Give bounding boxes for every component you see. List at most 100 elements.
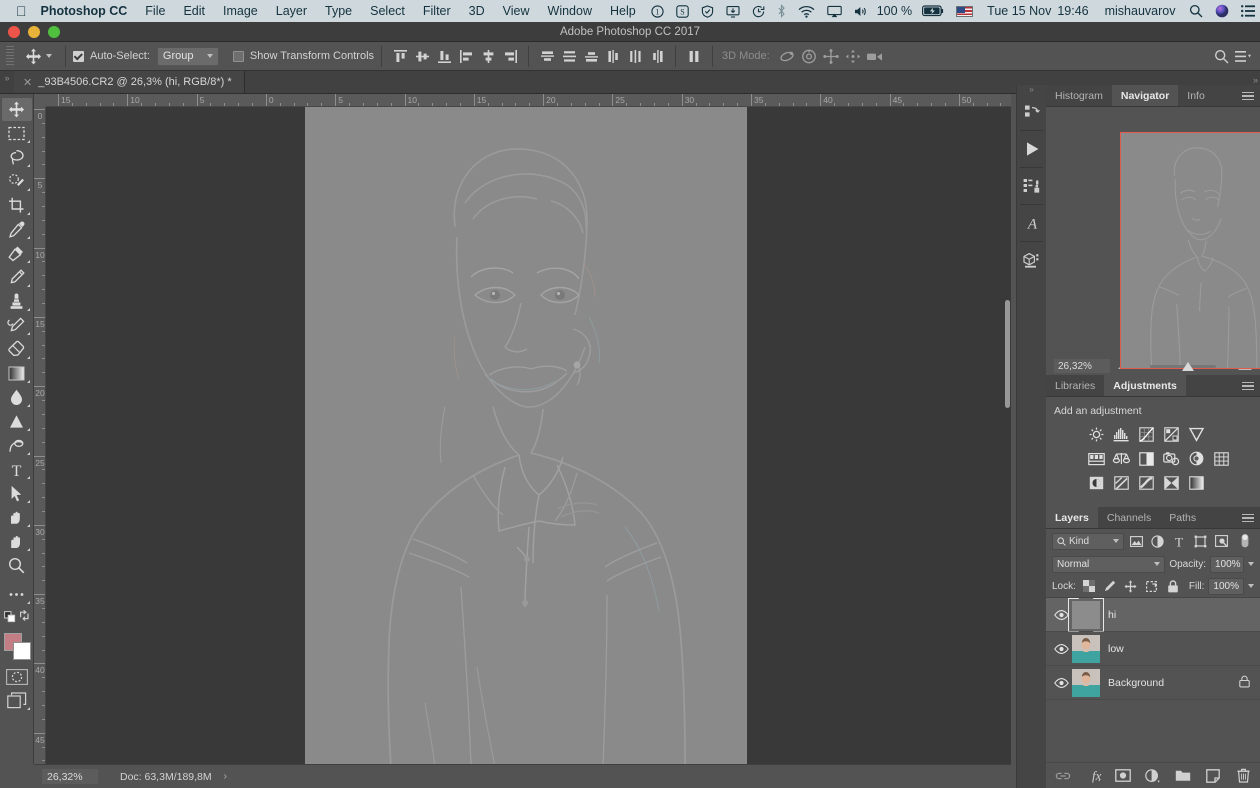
- quick-selection-tool[interactable]: [2, 170, 32, 193]
- show-transform-controls-checkbox[interactable]: [232, 50, 244, 62]
- new-adjustment-layer-icon[interactable]: [1145, 767, 1162, 784]
- quick-mask-mode-icon[interactable]: [2, 665, 32, 688]
- airplay-icon[interactable]: [821, 5, 848, 18]
- lock-artboard-nesting-icon[interactable]: [1144, 578, 1160, 594]
- fill-chevron-down-icon[interactable]: [1248, 584, 1254, 588]
- menu-image[interactable]: Image: [214, 4, 267, 18]
- menu-layer[interactable]: Layer: [267, 4, 316, 18]
- slide-3d-icon[interactable]: [842, 45, 864, 67]
- navigator-zoom-field[interactable]: 26,32%: [1054, 359, 1110, 373]
- gradient-tool[interactable]: [2, 362, 32, 385]
- volume-icon[interactable]: [848, 5, 873, 18]
- search-icon[interactable]: [1210, 45, 1232, 67]
- menu-select[interactable]: Select: [361, 4, 414, 18]
- rectangle-tool[interactable]: [2, 506, 32, 529]
- canvas-area[interactable]: [46, 107, 1011, 764]
- navigator-thumbnail[interactable]: [1120, 132, 1260, 369]
- actions-play-icon[interactable]: [1017, 131, 1047, 167]
- align-horizontal-centers-icon[interactable]: [477, 45, 499, 67]
- background-color-swatch[interactable]: [12, 642, 31, 660]
- scale-3d-icon[interactable]: [864, 45, 886, 67]
- opacity-chevron-down-icon[interactable]: [1248, 562, 1254, 566]
- tab-bar-grip[interactable]: »: [0, 71, 14, 93]
- eye-icon[interactable]: [1050, 677, 1072, 688]
- history-icon[interactable]: [1017, 94, 1047, 130]
- layer-thumbnail-hi[interactable]: [1072, 600, 1100, 629]
- ruler-corner[interactable]: [34, 94, 46, 107]
- history-brush-tool[interactable]: [2, 314, 32, 337]
- layer-row-background[interactable]: Background: [1046, 666, 1260, 700]
- tab-layers[interactable]: Layers: [1046, 507, 1098, 528]
- new-layer-icon[interactable]: [1205, 767, 1222, 784]
- filter-shape-icon[interactable]: [1191, 532, 1209, 550]
- rectangular-marquee-tool[interactable]: [2, 122, 32, 145]
- tab-navigator[interactable]: Navigator: [1111, 85, 1179, 106]
- curves-icon[interactable]: [1136, 425, 1157, 444]
- scrollbar-thumb[interactable]: [1005, 300, 1010, 408]
- tab-bar-overflow-grip[interactable]: »: [1253, 75, 1258, 85]
- menu-3d[interactable]: 3D: [460, 4, 494, 18]
- spotlight-search-icon[interactable]: [1183, 4, 1209, 18]
- lock-position-icon[interactable]: [1123, 578, 1139, 594]
- align-right-edges-icon[interactable]: [499, 45, 521, 67]
- menubar-user[interactable]: mishauvarov: [1097, 4, 1184, 18]
- horizontal-ruler[interactable]: 15 10 5 0 5 10 15 20 25 30 35 40 45 50: [46, 94, 1011, 107]
- one-password-icon[interactable]: 1: [645, 4, 670, 18]
- selective-color-icon[interactable]: [1161, 473, 1182, 492]
- color-balance-icon[interactable]: [1111, 449, 1132, 468]
- gradient-map-icon[interactable]: [1186, 473, 1207, 492]
- distribute-left-edges-icon[interactable]: [602, 45, 624, 67]
- layer-thumbnail-low[interactable]: [1072, 634, 1100, 663]
- dodge-tool[interactable]: [2, 410, 32, 433]
- panel-menu-icon[interactable]: [1242, 512, 1254, 524]
- menu-photoshop-cc[interactable]: Photoshop CC: [39, 4, 137, 18]
- channel-mixer-icon[interactable]: [1186, 449, 1207, 468]
- chevron-right-icon[interactable]: ›: [224, 771, 227, 782]
- menu-help[interactable]: Help: [601, 4, 645, 18]
- siri-icon[interactable]: [1209, 4, 1235, 18]
- time-machine-icon[interactable]: [746, 5, 771, 18]
- auto-align-layers-icon[interactable]: [683, 45, 705, 67]
- screen-mode-icon[interactable]: [2, 689, 32, 712]
- edit-toolbar-ellipsis-icon[interactable]: [2, 583, 32, 606]
- vibrance-icon[interactable]: [1186, 425, 1207, 444]
- canvas-vertical-scrollbar[interactable]: [1003, 300, 1011, 408]
- lasso-tool[interactable]: [2, 146, 32, 169]
- battery-charging-icon[interactable]: [916, 5, 950, 17]
- auto-select-checkbox[interactable]: [73, 50, 84, 62]
- character-styles-icon[interactable]: A: [1017, 205, 1047, 241]
- layer-styles-fx-icon[interactable]: fx: [1085, 767, 1102, 784]
- distribute-vertical-centers-icon[interactable]: [558, 45, 580, 67]
- tab-adjustments[interactable]: Adjustments: [1104, 375, 1186, 396]
- 3d-panel-icon[interactable]: [1017, 242, 1047, 278]
- horizontal-type-tool[interactable]: T: [2, 458, 32, 481]
- minimize-window-button[interactable]: [28, 26, 40, 38]
- add-layer-mask-icon[interactable]: [1115, 767, 1132, 784]
- photo-filter-icon[interactable]: [1161, 449, 1182, 468]
- fill-value-field[interactable]: 100%: [1208, 577, 1244, 595]
- color-lookup-icon[interactable]: [1211, 449, 1232, 468]
- layer-row-hi[interactable]: hi: [1046, 598, 1260, 632]
- tool-presets-icon[interactable]: [1017, 168, 1047, 204]
- rotate-3d-icon[interactable]: [776, 45, 798, 67]
- layer-name-low[interactable]: low: [1108, 643, 1124, 655]
- blur-tool[interactable]: [2, 386, 32, 409]
- threshold-icon[interactable]: [1136, 473, 1157, 492]
- menu-view[interactable]: View: [494, 4, 539, 18]
- zoom-level-field[interactable]: 26,32%: [42, 769, 98, 784]
- panel-menu-icon[interactable]: [1242, 90, 1254, 102]
- move-tool[interactable]: [1, 98, 32, 121]
- align-bottom-edges-icon[interactable]: [433, 45, 455, 67]
- clone-stamp-tool[interactable]: [2, 290, 32, 313]
- workspace-switcher-icon[interactable]: [1232, 45, 1254, 67]
- close-window-button[interactable]: [8, 26, 20, 38]
- shield-icon[interactable]: [695, 4, 720, 18]
- menu-edit[interactable]: Edit: [174, 4, 214, 18]
- zoom-tool[interactable]: [2, 554, 32, 577]
- distribute-bottom-edges-icon[interactable]: [580, 45, 602, 67]
- eyedropper-tool[interactable]: [2, 218, 32, 241]
- filter-adjustment-icon[interactable]: [1149, 532, 1167, 550]
- delete-layer-icon[interactable]: [1235, 767, 1252, 784]
- auto-select-scope-dropdown[interactable]: Group: [156, 46, 219, 66]
- options-bar-grip[interactable]: [6, 46, 14, 66]
